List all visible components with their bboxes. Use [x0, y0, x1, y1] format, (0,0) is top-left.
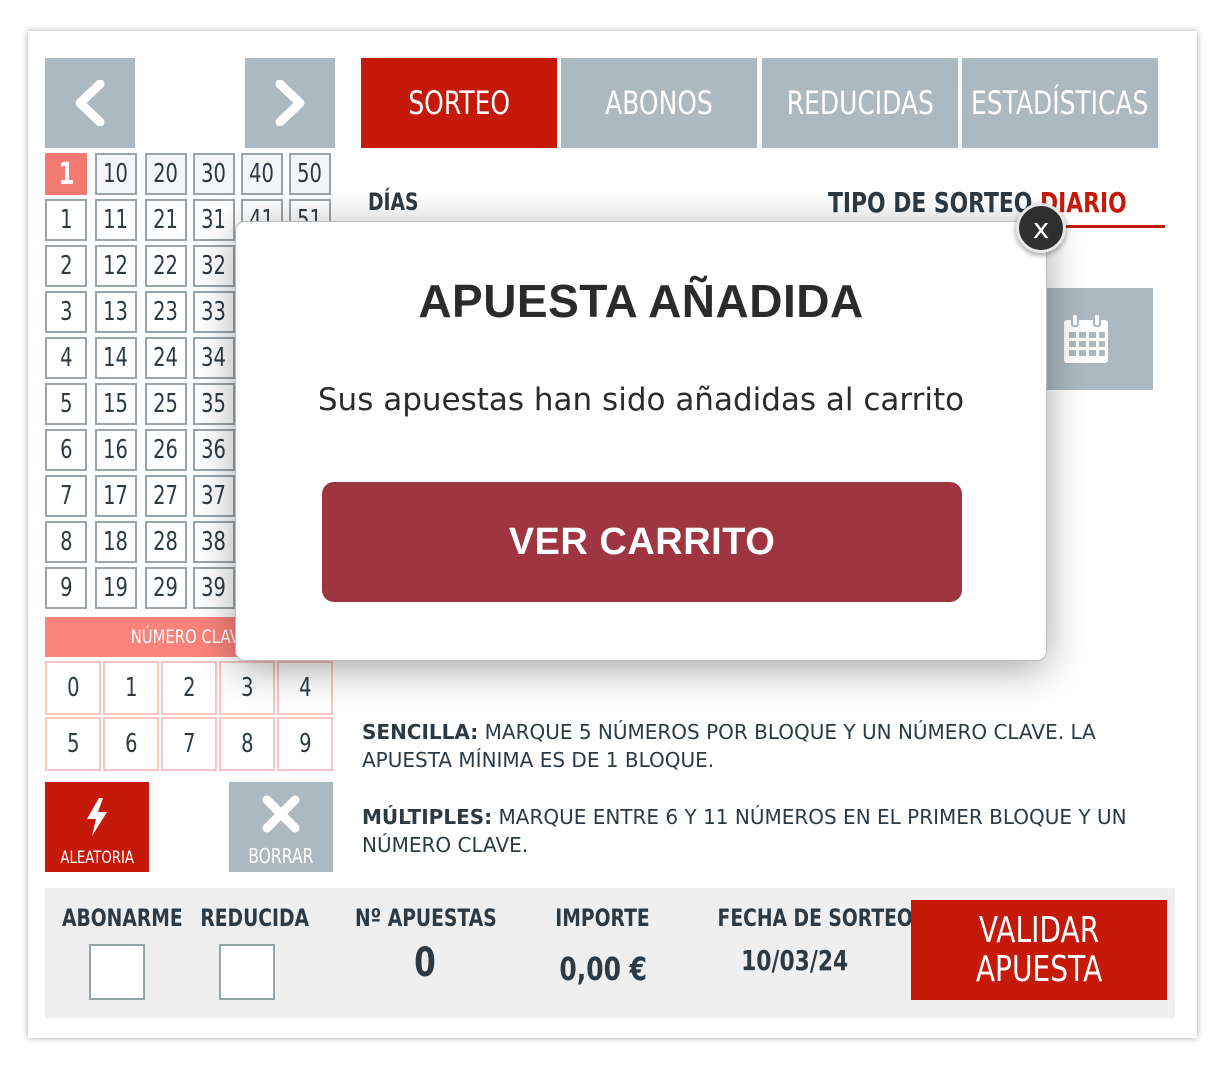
modal-close-button[interactable]: x — [1016, 203, 1066, 253]
ver-carrito-button[interactable]: VER CARRITO — [322, 482, 962, 602]
modal-title: APUESTA AÑADIDA — [418, 275, 864, 327]
apuesta-anadida-modal: APUESTA AÑADIDA Sus apuestas han sido añ… — [235, 221, 1047, 661]
modal-message: Sus apuestas han sido añadidas al carrit… — [317, 382, 965, 418]
close-icon: x — [1032, 211, 1050, 245]
